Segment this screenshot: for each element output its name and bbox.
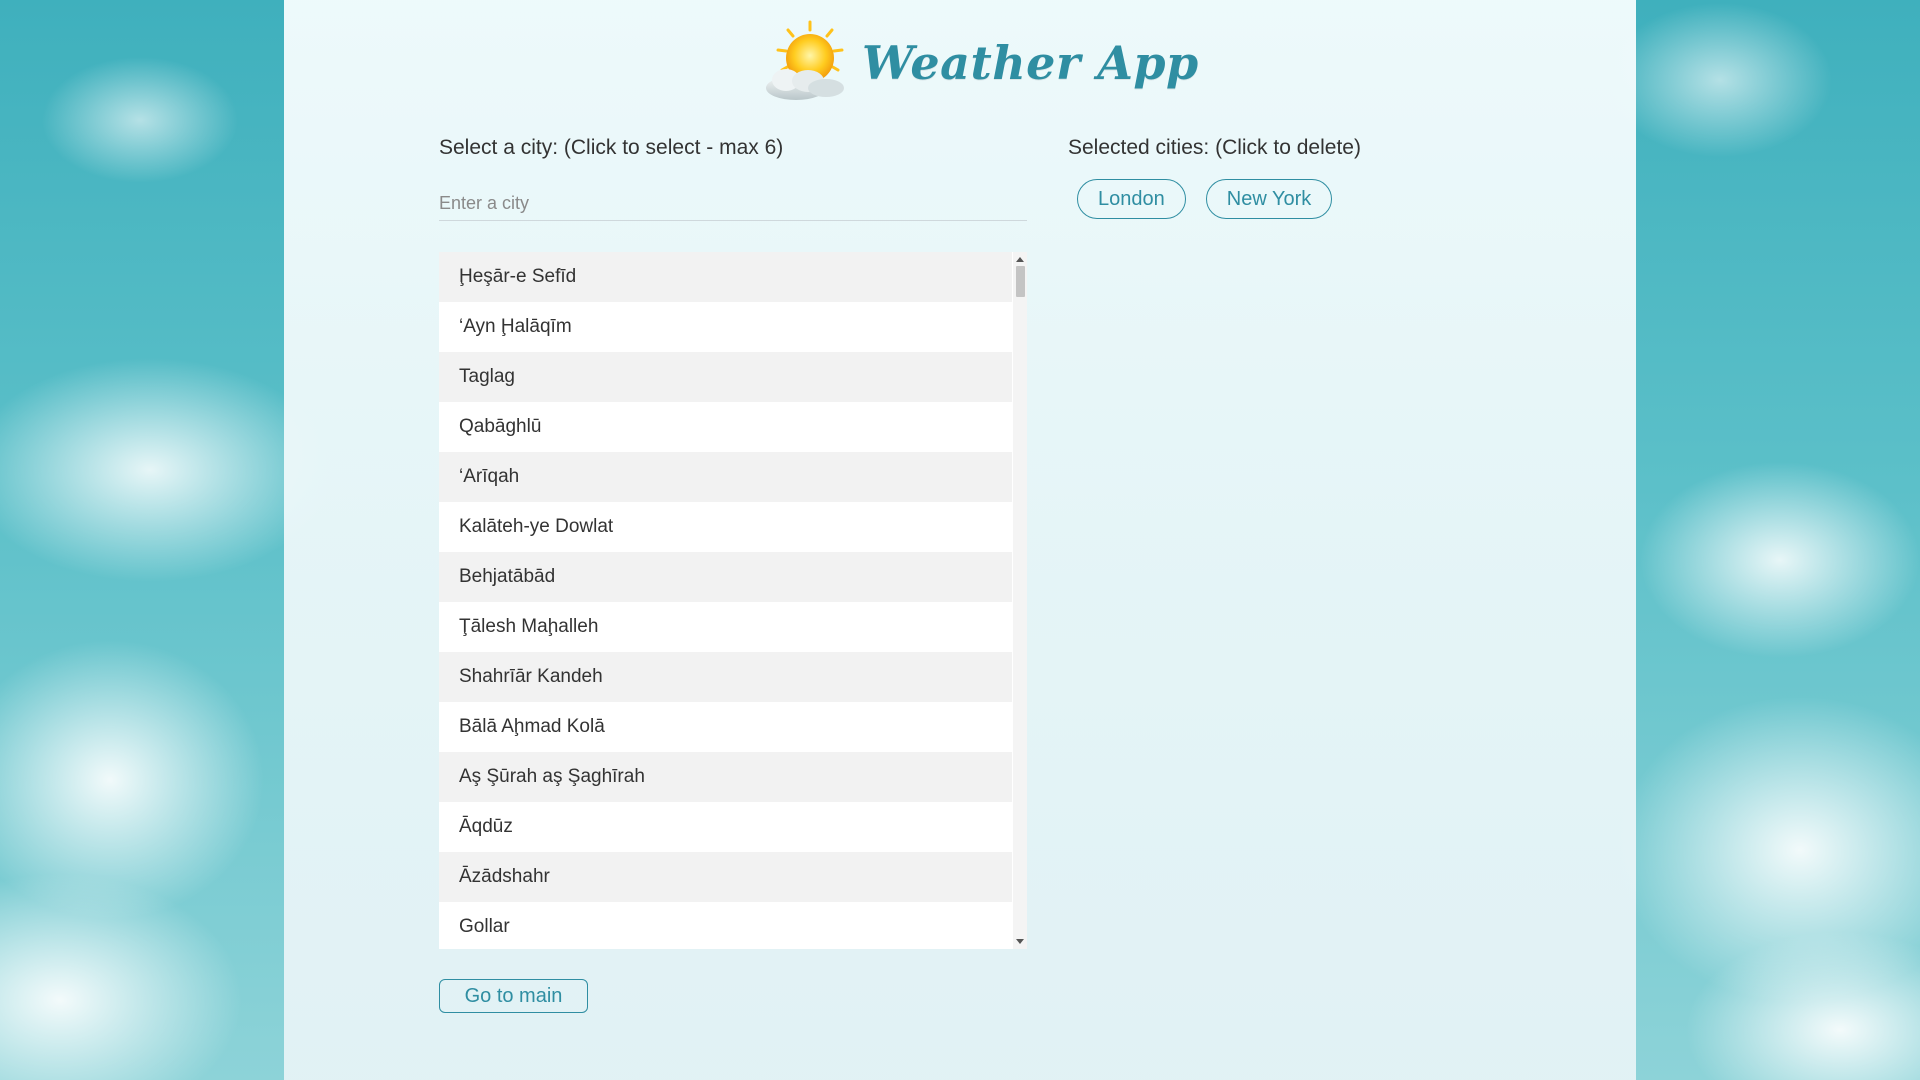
selected-cities-list: London New York [1077, 179, 1333, 219]
city-list-scrollbar[interactable] [1013, 252, 1027, 949]
city-list-item[interactable]: Ţālesh Maḩalleh [439, 602, 1012, 652]
sun-behind-cloud-icon [756, 18, 852, 108]
city-list-item[interactable]: Kalāteh-ye Dowlat [439, 502, 1012, 552]
city-list-item[interactable]: Aş Şūrah aş Şaghīrah [439, 752, 1012, 802]
scroll-thumb[interactable] [1016, 266, 1025, 297]
city-list-item[interactable]: Qabāghlū [439, 402, 1012, 452]
selected-city-chip[interactable]: London [1077, 179, 1186, 219]
city-list-item[interactable]: Behjatābād [439, 552, 1012, 602]
scroll-up-arrow-icon[interactable] [1016, 257, 1024, 262]
city-list-item[interactable]: Āqdūz [439, 802, 1012, 852]
city-list-item[interactable]: Gollar [439, 902, 1012, 949]
city-list-item[interactable]: ‘Arīqah [439, 452, 1012, 502]
scroll-down-arrow-icon[interactable] [1016, 939, 1024, 944]
city-list: Ḩeşār-e Sefīd ‘Ayn Ḩalāqīm Taglag Qabāghlū ‘… [439, 252, 1027, 949]
selected-city-chip[interactable]: New York [1205, 179, 1333, 219]
city-list-item[interactable]: Āzādshahr [439, 852, 1012, 902]
city-list-item[interactable]: Shahrīār Kandeh [439, 652, 1012, 702]
selected-cities-label: Selected cities: (Click to delete) [1068, 136, 1361, 159]
select-city-label: Select a city: (Click to select - max 6) [439, 136, 784, 159]
app-title: Weather App [862, 36, 1199, 90]
app-header: Weather App [756, 18, 1199, 108]
city-list-item[interactable]: Bālā Aḩmad Kolā [439, 702, 1012, 752]
city-list-item[interactable]: Ḩeşār-e Sefīd [439, 252, 1012, 302]
city-list-item[interactable]: Taglag [439, 352, 1012, 402]
go-to-main-button[interactable]: Go to main [439, 979, 588, 1013]
city-list-item[interactable]: ‘Ayn Ḩalāqīm [439, 302, 1012, 352]
city-search-input[interactable] [439, 186, 1027, 221]
